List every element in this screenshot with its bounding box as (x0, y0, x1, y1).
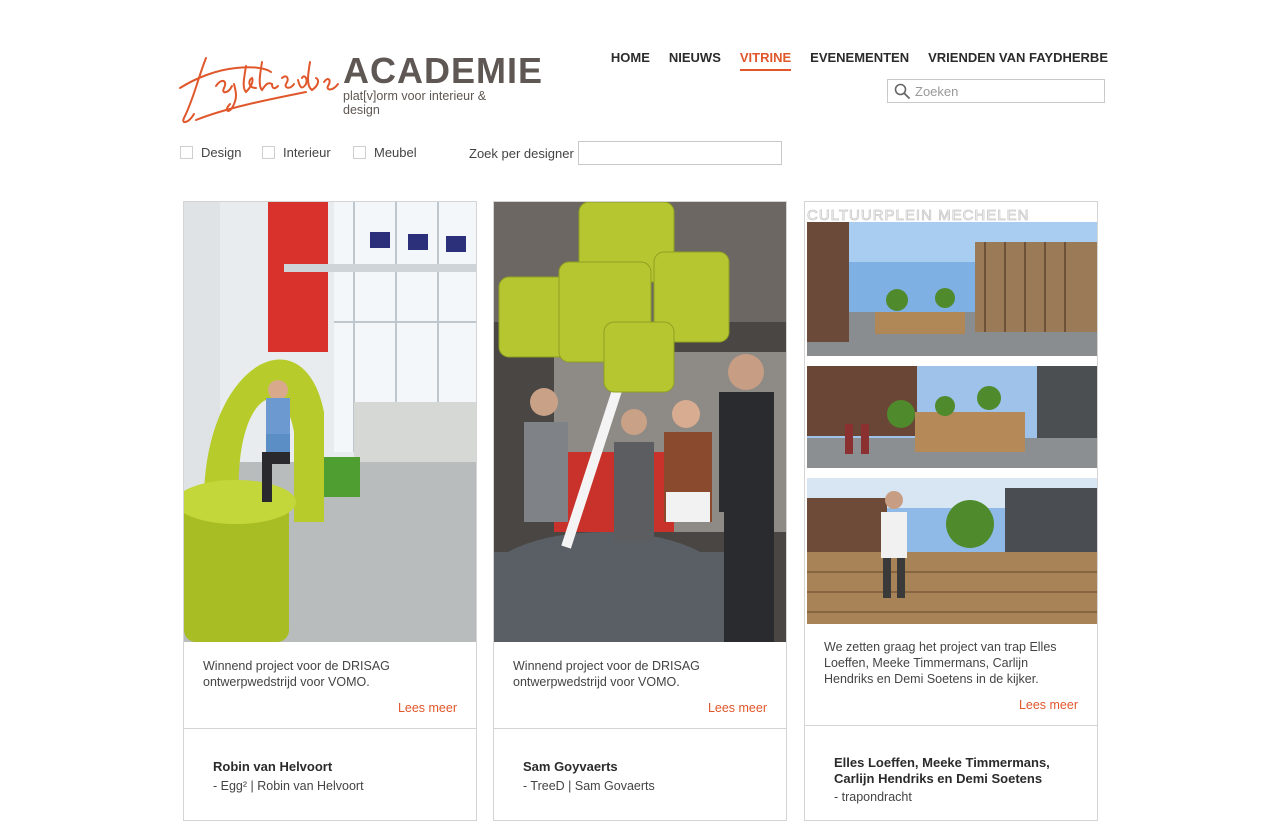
card-2-description: Winnend project voor de DRISAG ontwerpwe… (513, 659, 700, 689)
filter-interieur-checkbox[interactable] (262, 146, 275, 159)
card-1-divider (184, 728, 476, 729)
card-3-designer-name: Elles Loeffen, Meeke Timmermans, Carlijn… (834, 755, 1050, 786)
filter-meubel-label: Meubel (374, 145, 417, 160)
nav-home[interactable]: HOME (611, 50, 650, 71)
card-1-photo[interactable] (184, 202, 476, 642)
nav-vitrine[interactable]: VITRINE (739, 50, 792, 71)
filter-design-checkbox[interactable] (180, 146, 193, 159)
filter-design-label: Design (201, 145, 242, 160)
search-icon[interactable] (894, 83, 910, 99)
filter-interieur[interactable]: Interieur (262, 145, 331, 160)
search-input[interactable] (913, 82, 1097, 100)
nav-nieuws[interactable]: NIEUWS (669, 50, 721, 71)
site-logo[interactable]: ACADEMIE plat[v]orm voor interieur & des… (176, 48, 542, 128)
card-1-designer-name: Robin van Helvoort (213, 759, 333, 774)
card-3-divider (805, 725, 1097, 726)
vitrine-card-2[interactable]: Winnend project voor de DRISAG ontwerpwe… (493, 201, 787, 821)
main-navigation: HOME NIEUWS VITRINE EVENEMENTEN VRIENDEN… (611, 50, 1108, 71)
card-2-divider (494, 728, 786, 729)
vitrine-card-3[interactable]: CULTUURPLEIN MECHELEN We zetten graag he… (804, 201, 1098, 821)
card-3-collage[interactable]: CULTUURPLEIN MECHELEN (805, 202, 1097, 626)
card-3-read-more[interactable]: Lees meer (1019, 698, 1078, 712)
card-1-read-more[interactable]: Lees meer (398, 701, 457, 715)
card-2-subtitle: - TreeD | Sam Govaerts (523, 779, 655, 793)
designer-search-input[interactable] (578, 141, 782, 165)
filter-interieur-label: Interieur (283, 145, 331, 160)
filter-meubel-checkbox[interactable] (353, 146, 366, 159)
card-3-description: We zetten graag het project van trap Ell… (824, 640, 1057, 686)
card-1-description: Winnend project voor de DRISAG ontwerpwe… (203, 659, 390, 689)
nav-evenementen[interactable]: EVENEMENTEN (810, 50, 909, 71)
filter-meubel[interactable]: Meubel (353, 145, 417, 160)
nav-vrienden[interactable]: VRIENDEN VAN FAYDHERBE (928, 50, 1108, 71)
vitrine-card-1[interactable]: Winnend project voor de DRISAG ontwerpwe… (183, 201, 477, 821)
signature-logo (179, 57, 339, 124)
card-2-photo[interactable] (494, 202, 786, 642)
card-2-read-more[interactable]: Lees meer (708, 701, 767, 715)
brand-name: ACADEMIE (343, 50, 544, 91)
designer-search-label: Zoek per designer (469, 146, 574, 161)
site-search (887, 79, 1105, 103)
card-3-subtitle: - trapondracht (834, 790, 912, 804)
card-1-subtitle: - Egg² | Robin van Helvoort (213, 779, 364, 793)
card-3-image-caption: CULTUURPLEIN MECHELEN (807, 207, 1029, 224)
brand-tagline: plat[v]orm voor interieur & design (343, 89, 487, 117)
card-2-designer-name: Sam Goyvaerts (523, 759, 618, 774)
filter-design[interactable]: Design (180, 145, 241, 160)
